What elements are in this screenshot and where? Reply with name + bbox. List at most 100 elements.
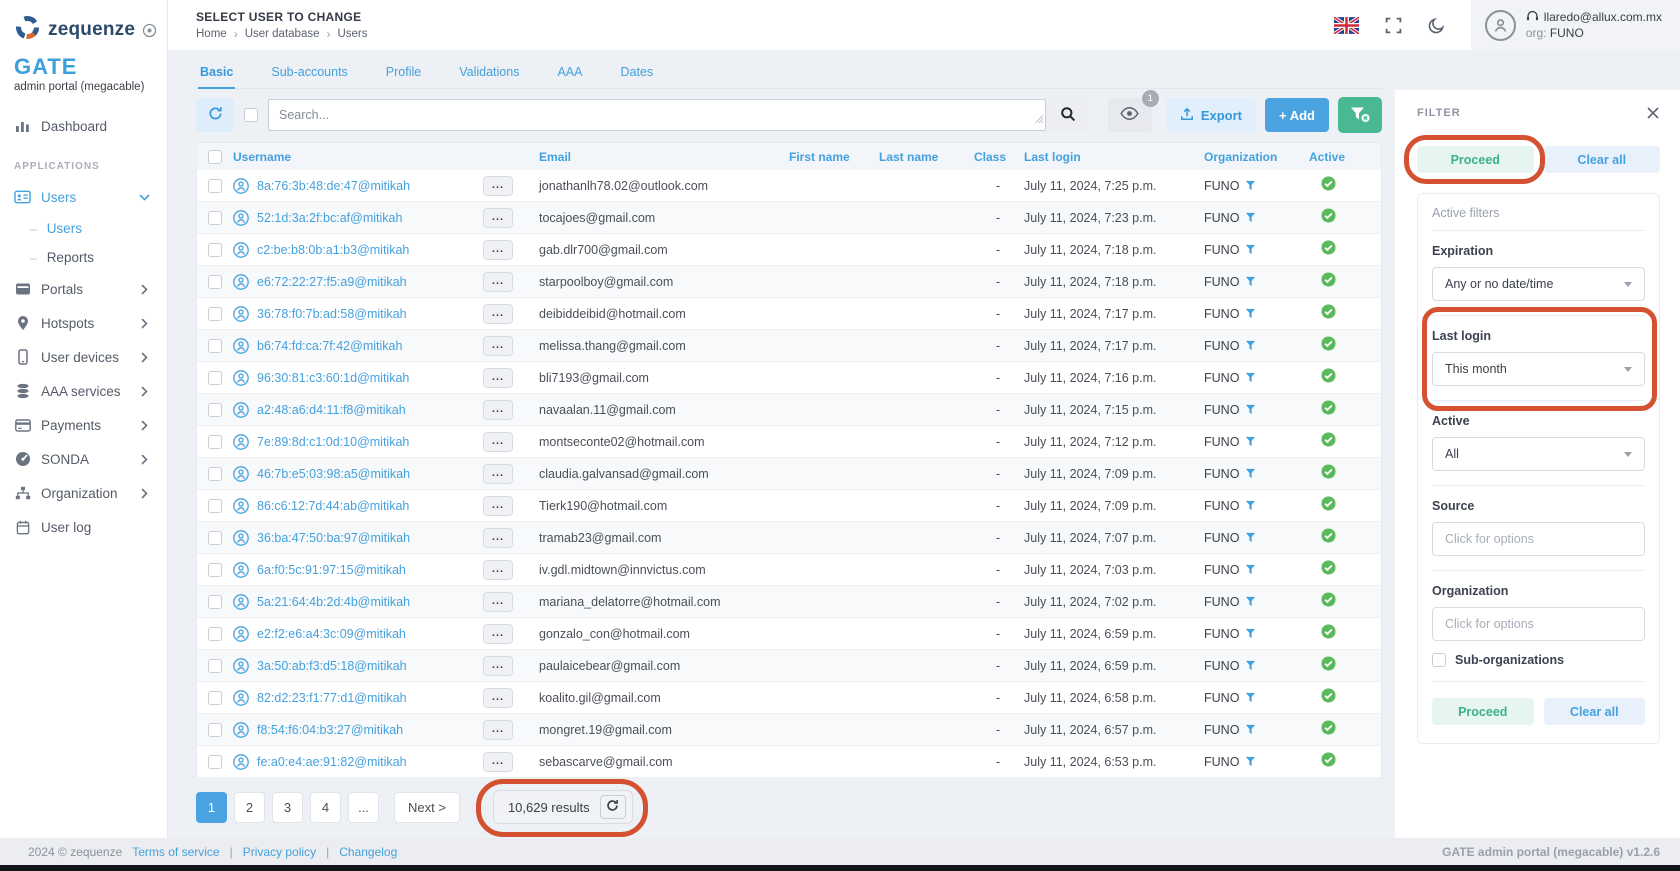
username-link[interactable]: 3a:50:ab:f3:d5:18@mitikah [257,659,407,673]
sidebar-item-sonda[interactable]: SONDA [0,442,167,476]
column-header-email[interactable]: Email [537,150,787,164]
table-row[interactable]: 46:7b:e5:03:98:a5@mitikah...claudia.galv… [197,458,1381,490]
org-filter-funnel-icon[interactable] [1245,436,1256,447]
row-checkbox[interactable] [208,339,222,353]
sidebar-item-aaa-services[interactable]: AAA services [0,374,167,408]
row-checkbox[interactable] [208,243,222,257]
row-actions-button[interactable]: ... [483,656,513,676]
next-page-button[interactable]: Next > [394,792,460,823]
row-checkbox[interactable] [208,435,222,449]
terms-of-service-link[interactable]: Terms of service [132,845,219,859]
row-actions-button[interactable]: ... [483,400,513,420]
language-flag-icon[interactable] [1334,17,1359,34]
column-header-organization[interactable]: Organization [1202,150,1307,164]
row-actions-button[interactable]: ... [483,624,513,644]
org-filter-funnel-icon[interactable] [1245,468,1256,479]
brand-logo[interactable]: zequenze [0,14,167,46]
tab-basic[interactable]: Basic [198,56,235,89]
username-link[interactable]: e6:72:22:27:f5:a9@mitikah [257,275,407,289]
filter-clear-all-button-bottom[interactable]: Clear all [1544,698,1646,725]
org-filter-funnel-icon[interactable] [1245,340,1256,351]
table-row[interactable]: e6:72:22:27:f5:a9@mitikah...starpoolboy@… [197,266,1381,298]
sidebar-item-organization[interactable]: Organization [0,476,167,510]
row-checkbox[interactable] [208,371,222,385]
page-button-3[interactable]: 3 [272,792,303,823]
sidebar-item-portals[interactable]: Portals [0,272,167,306]
org-filter-funnel-icon[interactable] [1245,276,1256,287]
breadcrumb-users[interactable]: Users [337,28,367,40]
row-actions-button[interactable]: ... [483,272,513,292]
table-row[interactable]: 36:ba:47:50:ba:97@mitikah...tramab23@gma… [197,522,1381,554]
row-checkbox[interactable] [208,723,222,737]
org-filter-funnel-icon[interactable] [1245,660,1256,671]
expiration-select[interactable]: Any or no date/time [1432,267,1645,301]
privacy-policy-link[interactable]: Privacy policy [243,845,316,859]
username-link[interactable]: b6:74:fd:ca:7f:42@mitikah [257,339,402,353]
username-link[interactable]: 82:d2:23:f1:77:d1@mitikah [257,691,407,705]
sidebar-item-hotspots[interactable]: Hotspots [0,306,167,340]
username-link[interactable]: 7e:89:8d:c1:0d:10@mitikah [257,435,409,449]
search-input[interactable] [268,99,1046,131]
visibility-button[interactable]: 1 [1108,98,1152,132]
row-actions-button[interactable]: ... [483,496,513,516]
add-button[interactable]: + Add [1265,98,1329,132]
sidebar-subitem-users[interactable]: Users [0,214,167,243]
row-actions-button[interactable]: ... [483,464,513,484]
row-checkbox[interactable] [208,499,222,513]
username-link[interactable]: 8a:76:3b:48:de:47@mitikah [257,179,410,193]
tab-aaa[interactable]: AAA [555,56,584,89]
active-select[interactable]: All [1432,437,1645,471]
refresh-button[interactable] [196,98,234,132]
tab-validations[interactable]: Validations [457,56,521,89]
column-header-last-name[interactable]: Last name [877,150,972,164]
username-link[interactable]: 36:ba:47:50:ba:97@mitikah [257,531,410,545]
username-link[interactable]: fe:a0:e4:ae:91:82@mitikah [257,755,407,769]
table-row[interactable]: 36:78:f0:7b:ad:58@mitikah...deibiddeibid… [197,298,1381,330]
row-checkbox[interactable] [208,595,222,609]
row-checkbox[interactable] [208,531,222,545]
sub-organizations-checkbox[interactable] [1432,653,1446,667]
changelog-link[interactable]: Changelog [339,845,397,859]
dark-mode-moon-icon[interactable] [1428,17,1445,34]
row-actions-button[interactable]: ... [483,592,513,612]
org-filter-funnel-icon[interactable] [1245,724,1256,735]
org-filter-funnel-icon[interactable] [1245,180,1256,191]
row-actions-button[interactable]: ... [483,240,513,260]
column-header-first-name[interactable]: First name [787,150,877,164]
filter-proceed-button-bottom[interactable]: Proceed [1432,698,1534,725]
table-row[interactable]: 6a:f0:5c:91:97:15@mitikah...iv.gdl.midto… [197,554,1381,586]
table-row[interactable]: 8a:76:3b:48:de:47@mitikah...jonathanlh78… [197,170,1381,202]
row-checkbox[interactable] [208,467,222,481]
row-checkbox[interactable] [208,211,222,225]
table-row[interactable]: b6:74:fd:ca:7f:42@mitikah...melissa.than… [197,330,1381,362]
source-input[interactable] [1432,522,1645,556]
row-actions-button[interactable]: ... [483,304,513,324]
org-filter-funnel-icon[interactable] [1245,628,1256,639]
org-filter-funnel-icon[interactable] [1245,596,1256,607]
username-link[interactable]: 6a:f0:5c:91:97:15@mitikah [257,563,406,577]
breadcrumb-home[interactable]: Home [196,28,227,40]
page-button-1[interactable]: 1 [196,792,227,823]
page-button--[interactable]: ... [348,792,379,823]
org-filter-funnel-icon[interactable] [1245,244,1256,255]
table-row[interactable]: 5a:21:64:4b:2d:4b@mitikah...mariana_dela… [197,586,1381,618]
table-row[interactable]: 3a:50:ab:f3:d5:18@mitikah...paulaicebear… [197,650,1381,682]
row-actions-button[interactable]: ... [483,368,513,388]
org-filter-funnel-icon[interactable] [1245,532,1256,543]
page-button-2[interactable]: 2 [234,792,265,823]
row-actions-button[interactable]: ... [483,528,513,548]
filter-clear-all-button-top[interactable]: Clear all [1544,146,1661,173]
username-link[interactable]: a2:48:a6:d4:11:f8@mitikah [257,403,406,417]
table-row[interactable]: e2:f2:e6:a4:3c:09@mitikah...gonzalo_con@… [197,618,1381,650]
table-row[interactable]: a2:48:a6:d4:11:f8@mitikah...navaalan.11@… [197,394,1381,426]
sidebar-item-dashboard[interactable]: Dashboard [0,109,167,143]
username-link[interactable]: 52:1d:3a:2f:bc:af@mitikah [257,211,402,225]
org-filter-funnel-icon[interactable] [1245,500,1256,511]
select-all-checkbox[interactable] [244,108,258,122]
row-checkbox[interactable] [208,275,222,289]
row-actions-button[interactable]: ... [483,432,513,452]
target-icon[interactable] [142,23,157,38]
table-row[interactable]: 52:1d:3a:2f:bc:af@mitikah...tocajoes@gma… [197,202,1381,234]
username-link[interactable]: c2:be:b8:0b:a1:b3@mitikah [257,243,409,257]
last-login-select[interactable]: This month [1432,352,1645,386]
